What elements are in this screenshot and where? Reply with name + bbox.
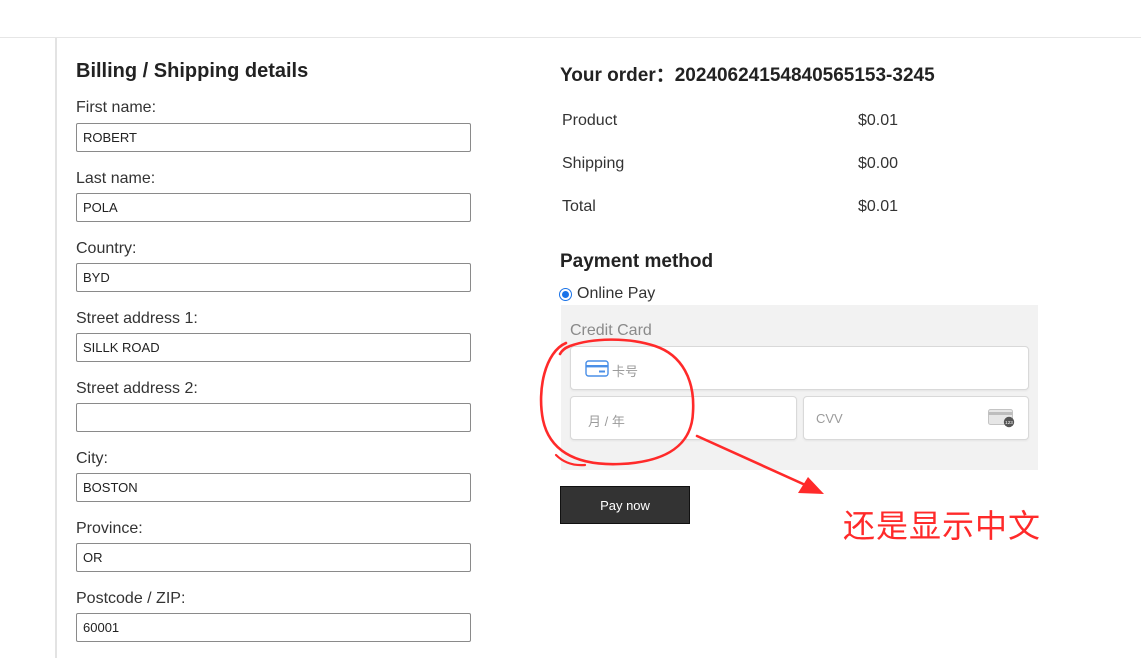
annotation-text: 还是显示中文: [843, 508, 1042, 544]
annotation-arrow-shaft: [695, 434, 814, 490]
annotation-arrow-head: [798, 477, 824, 494]
annotation-circle: [539, 338, 695, 466]
annotation-overlay: [539, 338, 824, 494]
